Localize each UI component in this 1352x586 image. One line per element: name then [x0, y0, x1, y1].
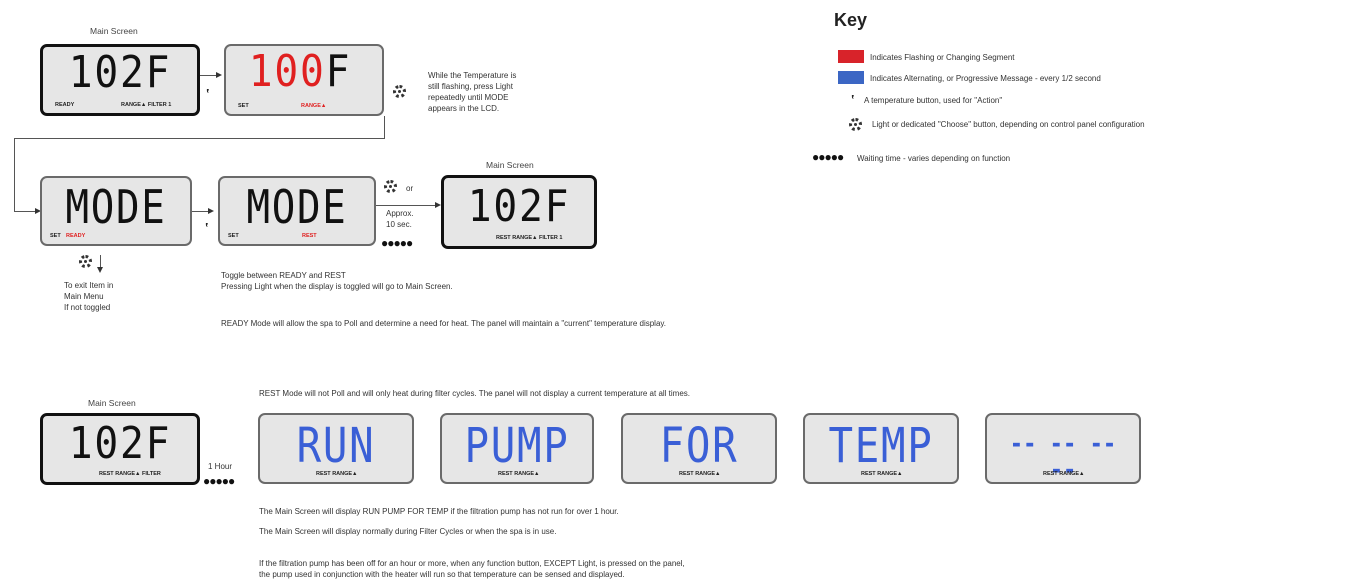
note-line: If not toggled	[64, 303, 111, 312]
red-swatch	[838, 50, 864, 63]
dots-icon: ●●●●●	[381, 236, 413, 250]
main-screen-label: Main Screen	[486, 160, 534, 170]
lcd-temperature: 102F	[68, 418, 172, 469]
note-line: If the filtration pump has been off for …	[259, 559, 685, 568]
lcd-word: RUN	[296, 418, 376, 474]
lcd-dashes: -- -- -- -- REST RANGE▲	[985, 413, 1141, 484]
toggle-note: Toggle between READY and REST Pressing L…	[221, 270, 453, 292]
lcd-status-right: REST	[302, 233, 317, 239]
lcd-status: REST RANGE▲	[498, 471, 540, 477]
lcd-status-left: SET	[238, 103, 249, 109]
lcd-unit: F	[325, 46, 352, 97]
note-line: appears in the LCD.	[428, 104, 500, 113]
lcd-temperature: 100F	[226, 50, 374, 94]
lcd-status-left: SET	[50, 233, 61, 239]
key-blue-text: Indicates Alternating, or Progressive Me…	[870, 74, 1101, 83]
lcd-for: FOR REST RANGE▲	[621, 413, 777, 484]
rest-note: REST Mode will not Poll and will only he…	[259, 389, 691, 398]
lcd-status-left: SET	[228, 233, 239, 239]
run-pump-note: The Main Screen will display RUN PUMP FO…	[259, 507, 619, 516]
connector-line	[384, 116, 385, 138]
note-line: still flashing, press Light	[428, 82, 513, 91]
note-line: Pressing Light when the display is toggl…	[221, 282, 453, 291]
key-title: Key	[834, 10, 868, 30]
main-screen-label: Main Screen	[90, 26, 138, 36]
hand-icon: ‛	[205, 220, 209, 235]
lcd-pump: PUMP REST RANGE▲	[440, 413, 594, 484]
lcd-temperature: 102F	[467, 181, 571, 232]
lcd-set-temperature: 100F SET RANGE▲	[224, 44, 384, 116]
note-line: repeatedly until MODE	[428, 93, 509, 102]
key-dots-text: Waiting time - varies depending on funct…	[857, 154, 1011, 163]
lcd-status: REST RANGE▲	[861, 471, 903, 477]
lcd-status: REST RANGE▲	[316, 471, 358, 477]
arrow-right	[216, 72, 222, 78]
approx-line: 10 sec.	[386, 220, 412, 229]
note-line: Main Menu	[64, 292, 104, 301]
normal-display-note: The Main Screen will display normally du…	[259, 527, 557, 536]
key-red-text: Indicates Flashing or Changing Segment	[870, 53, 1015, 62]
note-line: While the Temperature is	[428, 71, 517, 80]
gear-icon	[393, 85, 406, 98]
lcd-main-screen-rest: 102F REST RANGE▲ FILTER	[40, 413, 200, 485]
final-note: If the filtration pump has been off for …	[259, 558, 685, 580]
connector-line	[14, 211, 36, 212]
key-hand-text: A temperature button, used for "Action"	[864, 96, 1003, 105]
ready-note: READY Mode will allow the spa to Poll an…	[221, 319, 667, 328]
connector-line	[14, 138, 385, 139]
lcd-mode-text: MODE	[246, 180, 348, 234]
lcd-word: TEMP	[828, 418, 934, 474]
gear-icon	[384, 180, 397, 193]
dots-icon: ●●●●●	[203, 474, 235, 488]
lcd-word: FOR	[659, 418, 739, 474]
lcd-status: REST RANGE▲	[679, 471, 721, 477]
hour-label: 1 Hour	[208, 462, 233, 471]
lcd-status: REST RANGE▲	[1043, 471, 1085, 477]
arrow-right	[208, 208, 214, 214]
dots-icon: ●●●●●	[812, 150, 844, 164]
lcd-mode-rest: MODE SET REST	[218, 176, 376, 246]
lcd-status-left: READY	[55, 102, 75, 108]
lcd-status-right: READY	[66, 233, 86, 239]
lcd-status-right: REST RANGE▲ FILTER 1	[496, 235, 563, 241]
lcd-word: PUMP	[464, 418, 570, 474]
approx-line: Approx.	[386, 209, 414, 218]
lcd-main-screen-rest: 102F REST RANGE▲ FILTER 1	[441, 175, 597, 249]
blue-swatch	[838, 71, 864, 84]
lcd-temp: TEMP REST RANGE▲	[803, 413, 959, 484]
lcd-run: RUN REST RANGE▲	[258, 413, 414, 484]
flashing-segment: 100	[248, 46, 326, 97]
or-label: or	[406, 184, 414, 193]
connector-line	[14, 138, 15, 211]
lcd-mode-ready: MODE SET READY	[40, 176, 192, 246]
instruction-note: While the Temperature is still flashing,…	[428, 70, 516, 114]
lcd-status-right: RANGE▲	[301, 103, 327, 109]
note-line: Toggle between READY and REST	[221, 271, 346, 280]
gear-icon	[849, 118, 862, 131]
lcd-mode-text: MODE	[65, 180, 167, 234]
lcd-main-screen: 102F READY RANGE▲ FILTER 1	[40, 44, 200, 116]
approx-label: Approx. 10 sec.	[386, 208, 414, 230]
exit-note: To exit Item in Main Menu If not toggled	[64, 280, 113, 313]
key-gear-text: Light or dedicated "Choose" button, depe…	[872, 120, 1145, 129]
lcd-temperature: 102F	[68, 47, 172, 98]
gear-icon	[79, 255, 92, 268]
main-screen-label: Main Screen	[88, 398, 136, 408]
note-line: the pump used in conjunction with the he…	[259, 570, 625, 579]
hand-icon: ‛	[206, 86, 210, 101]
note-line: To exit Item in	[64, 281, 114, 290]
lcd-status-right: RANGE▲ FILTER 1	[121, 102, 172, 108]
hand-icon: ‛	[851, 92, 855, 107]
arrow-down	[97, 267, 103, 273]
lcd-status-right: REST RANGE▲ FILTER	[99, 471, 161, 477]
